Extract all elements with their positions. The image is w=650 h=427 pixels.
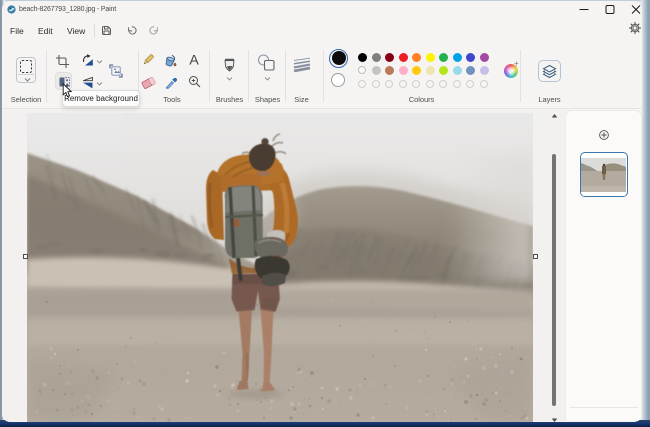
svg-text:A: A — [189, 52, 199, 67]
